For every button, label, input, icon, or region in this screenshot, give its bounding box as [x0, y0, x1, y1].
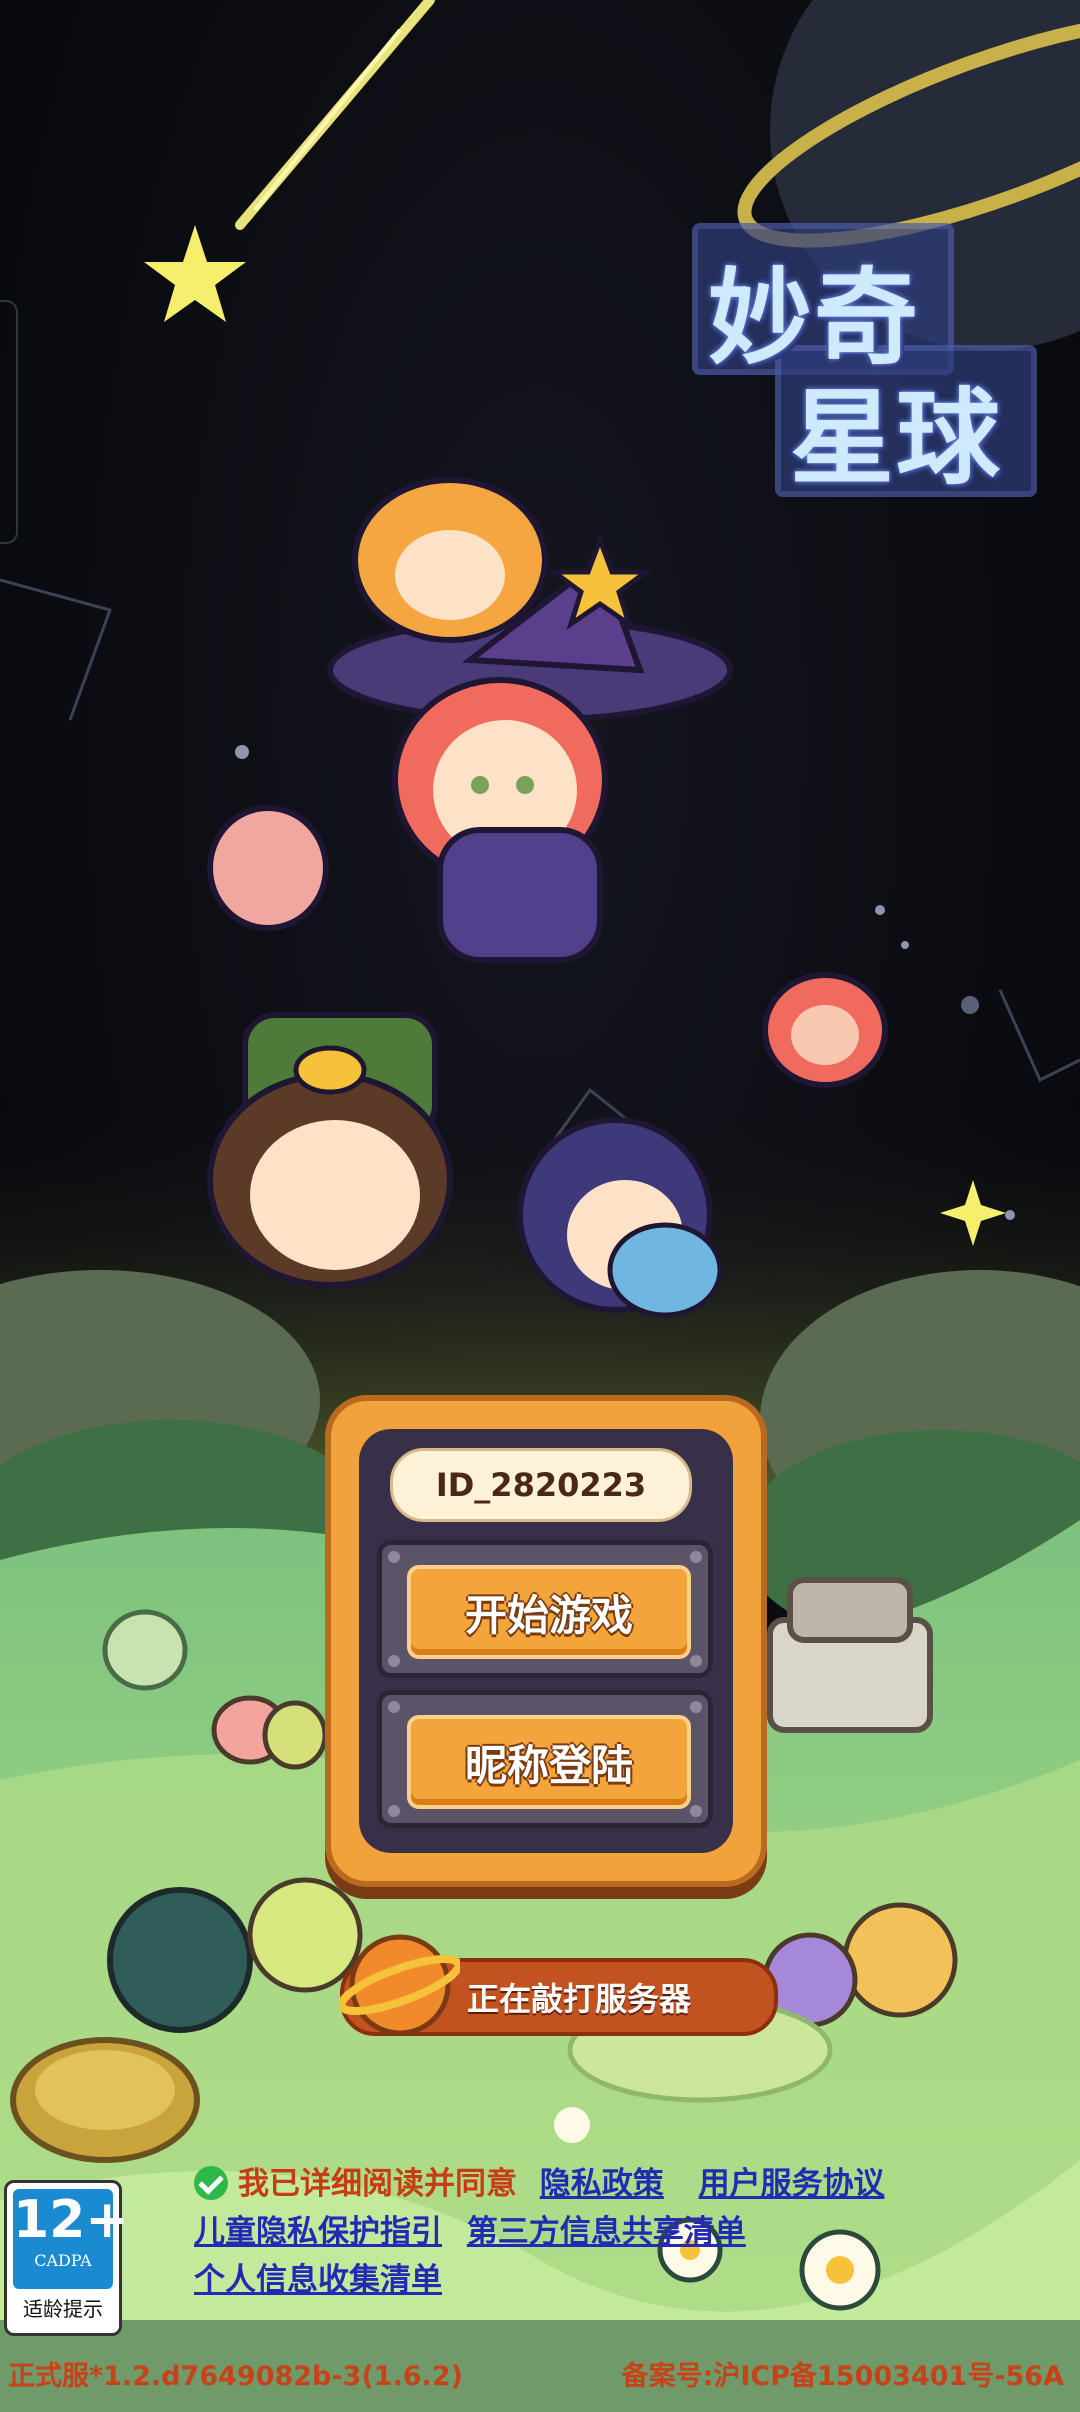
children-privacy-link[interactable]: 儿童隐私保护指引 — [194, 2214, 442, 2250]
user-id-display: ID_2820223 — [390, 1448, 692, 1522]
agreement-prefix: 我已详细阅读并同意 — [238, 2166, 517, 2202]
age-rating-number: 12+ — [13, 2190, 129, 2250]
start-game-button[interactable]: 开始游戏 — [407, 1565, 691, 1659]
start-button-frame: 开始游戏 — [377, 1540, 713, 1678]
tree-stump — [10, 2037, 200, 2163]
nickname-login-button[interactable]: 昵称登陆 — [407, 1715, 691, 1809]
ghost-character — [102, 1609, 188, 1691]
loading-status-text: 正在敲打服务器 — [466, 1980, 691, 2018]
version-text: 正式服*1.2.d7649082b-3(1.6.2) — [8, 2361, 463, 2392]
agreement-block: 我已详细阅读并同意 隐私政策 用户服务协议 儿童隐私保护指引 第三方信息共享清单… — [194, 2160, 1054, 2304]
pig-character — [762, 972, 888, 1088]
logo-title-line2: 星球 — [790, 377, 1003, 499]
cart-decoration — [767, 1577, 933, 1733]
agreement-checkbox-icon[interactable] — [194, 2166, 228, 2200]
age-rating-badge[interactable]: 12+ CADPA 适龄提示 — [4, 2180, 129, 2336]
nickname-button-frame: 昵称登陆 — [377, 1690, 713, 1828]
side-drawer-handle[interactable] — [0, 300, 18, 544]
third-party-list-link[interactable]: 第三方信息共享清单 — [467, 2214, 746, 2250]
user-agreement-link[interactable]: 用户服务协议 — [699, 2166, 885, 2202]
age-rating-org: CADPA — [34, 2251, 92, 2270]
privacy-policy-link[interactable]: 隐私政策 — [540, 2166, 664, 2202]
icp-text: 备案号:沪ICP备15003401号-56A — [621, 2361, 1064, 2392]
boy-character — [207, 1012, 453, 1288]
age-rating-label: 适龄提示 — [23, 2297, 103, 2321]
personal-info-list-link[interactable]: 个人信息收集清单 — [194, 2262, 442, 2298]
game-logo: 妙奇 星球 — [680, 215, 1040, 515]
pink-blob-character — [207, 805, 329, 931]
planet-icon — [340, 1934, 460, 2036]
